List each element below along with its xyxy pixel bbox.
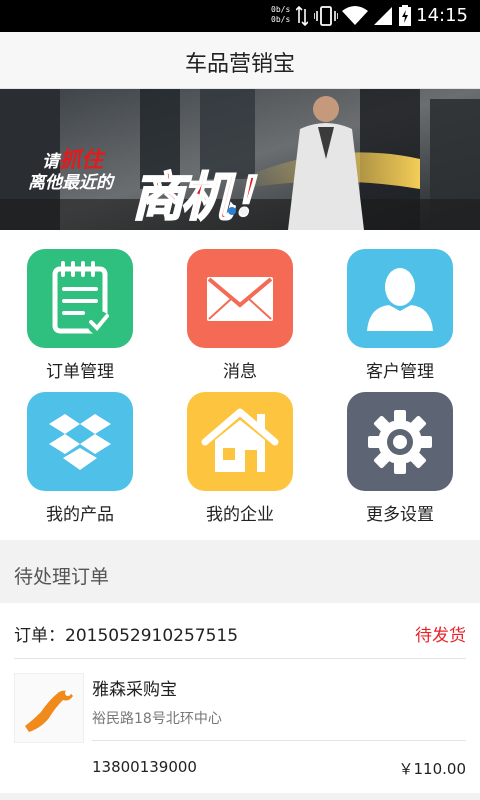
person-icon xyxy=(347,249,453,348)
page-title: 车品营销宝 xyxy=(184,52,295,77)
divider xyxy=(92,740,466,741)
banner-headline-line2: 离他最近的 xyxy=(28,173,113,193)
menu-customer-management[interactable]: 客户管理 xyxy=(320,230,480,382)
net-up-speed: 0b/s xyxy=(271,5,291,14)
pager-dot-active[interactable] xyxy=(228,207,236,215)
menu-messages[interactable]: 消息 xyxy=(160,230,320,382)
clipboard-icon xyxy=(27,249,133,348)
net-down-speed: 0b/s xyxy=(271,15,291,24)
box-icon xyxy=(27,392,133,491)
menu-my-products[interactable]: 我的产品 xyxy=(0,373,160,525)
customer-phone: 13800139000 xyxy=(92,758,197,776)
pager-dot[interactable] xyxy=(240,207,248,215)
data-arrows-icon xyxy=(295,5,309,31)
status-time: 14:15 xyxy=(416,5,468,26)
menu-label: 更多设置 xyxy=(366,505,434,525)
wifi-icon xyxy=(342,5,368,31)
battery-charging-icon xyxy=(398,5,412,31)
banner-big-text: 商机！ xyxy=(131,167,283,229)
order-number-label: 订单： xyxy=(14,626,65,646)
section-title: 待处理订单 xyxy=(14,566,110,588)
status-bar: 0b/s 0b/s 14:15 xyxy=(0,0,480,32)
network-speed: 0b/s 0b/s xyxy=(271,5,290,25)
signal-icon xyxy=(372,5,394,31)
menu-label: 我的企业 xyxy=(206,505,274,525)
order-card[interactable]: 订单：2015052910257515 待发货 雅森采购宝 裕民路18号北环中心… xyxy=(0,603,480,793)
order-number-row: 订单：2015052910257515 xyxy=(14,621,238,646)
envelope-icon xyxy=(187,249,293,348)
menu-label: 我的产品 xyxy=(46,505,114,525)
menu-order-management[interactable]: 订单管理 xyxy=(0,230,160,382)
product-image xyxy=(25,690,73,732)
divider xyxy=(14,658,466,659)
order-status-badge: 待发货 xyxy=(415,626,466,646)
feature-grid: 订单管理 消息 客户管理 我的产品 我的企业 更多设置 xyxy=(0,230,480,540)
menu-more-settings[interactable]: 更多设置 xyxy=(320,373,480,525)
menu-my-company[interactable]: 我的企业 xyxy=(160,373,320,525)
gear-icon xyxy=(347,392,453,491)
pending-orders-header: 待处理订单 xyxy=(0,540,480,603)
vibrate-icon xyxy=(313,5,339,31)
product-thumbnail xyxy=(14,673,84,743)
shop-name: 雅森采购宝 xyxy=(92,680,177,700)
promo-banner[interactable]: 请抓住 离他最近的 商机！ xyxy=(0,89,480,230)
order-number: 2015052910257515 xyxy=(65,626,239,646)
shop-address: 裕民路18号北环中心 xyxy=(92,711,222,727)
title-bar: 车品营销宝 xyxy=(0,32,480,89)
house-icon xyxy=(187,392,293,491)
order-price: ￥110.00 xyxy=(398,760,467,778)
